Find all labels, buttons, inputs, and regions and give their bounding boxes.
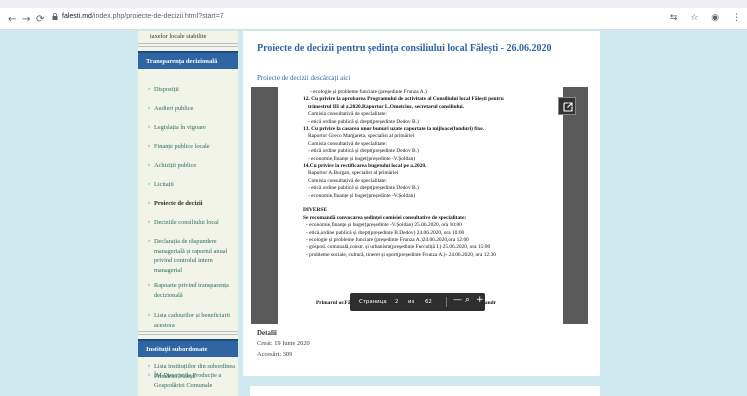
section-header-transparency: Transparența decizională: [138, 51, 238, 69]
pdf-page: - ecologie și probleme funciare (președi…: [278, 87, 563, 324]
sidebar-divider: [138, 331, 238, 332]
translate-icon[interactable]: ⇆: [670, 13, 678, 23]
pdf-text-line: - etică ordine publică și drept(președin…: [308, 185, 419, 192]
pdf-text-line: Raportor A.Burgan, specialist al primări…: [308, 170, 399, 177]
page-of-label: из: [408, 299, 415, 305]
pdf-text-line: 13. Cu privire la casarea unor bunuri uz…: [303, 126, 485, 132]
section-header-institutii: Instituții subordonate: [138, 339, 238, 357]
url-path: /index.php/proiecte-de-decizii.html?star…: [91, 13, 224, 20]
pdf-text-line: - economie,finanțe și buget(președinte -…: [306, 222, 462, 229]
sidebar-divider: [138, 46, 238, 47]
page-navigator: Страница 2 из 62 — ⌕ +: [350, 293, 485, 311]
profile-icon[interactable]: ◉: [711, 13, 719, 23]
tab-strip: [0, 0, 747, 8]
pdf-text-line: - ecologie și probleme funciare (președi…: [306, 237, 469, 243]
pdf-text-line: - economie,finanțe și buget(președinte -…: [308, 192, 416, 199]
star-icon[interactable]: ☆: [690, 13, 698, 23]
back-arrow-icon[interactable]: ←: [8, 14, 16, 25]
sidebar-item-achizitii[interactable]: › Achiziții publice: [148, 161, 238, 171]
pdf-text-line: - etică ordine publică și drept(președin…: [308, 148, 419, 155]
address-bar[interactable]: falesti.md/index.php/proiecte-de-decizii…: [62, 13, 224, 20]
zoom-in-button[interactable]: +: [476, 295, 484, 305]
pdf-text-line: Comisia consultativă de specialitate:: [308, 140, 387, 147]
page-title[interactable]: Proiecte de decizii pentru ședința consi…: [257, 43, 597, 54]
sidebar-item-rapoarte[interactable]: › Rapoarte privind transparența deciziona…: [148, 281, 238, 300]
total-pages: 62: [425, 299, 432, 305]
sidebar-item-legislatia[interactable]: › Legislația în vigoare: [148, 123, 238, 133]
toolbar-right-icons: ⇆ ☆ ◉ ⋮: [660, 13, 741, 23]
sidebar: taxelor locale stabilite Transparența de…: [138, 31, 238, 396]
pdf-text-line: - gospod. comunală,constr. și urbanism(p…: [306, 244, 491, 251]
details-title: Detalii: [257, 329, 277, 337]
pdf-text-line: Comisia consultativă de specialitate:: [308, 111, 387, 118]
pdf-text-line: - economie,finanțe și buget(președinte -…: [308, 155, 416, 162]
url-host: falesti.md: [62, 13, 92, 20]
article-card: Proiecte de decizii pentru ședința consi…: [243, 31, 600, 376]
sidebar-item-dispozitii[interactable]: › Dispoziții: [148, 85, 238, 95]
sidebar-top-text[interactable]: taxelor locale stabilite: [150, 33, 240, 40]
browser-toolbar: ← → ⟳ falesti.md/index.php/proiecte-de-d…: [0, 0, 747, 30]
sidebar-item-deciziile-consiliului[interactable]: › Deciziile consiliului local: [148, 218, 238, 228]
pdf-text-line: - etică ordine publică și drept(președin…: [308, 118, 419, 125]
sidebar-divider: [138, 334, 238, 335]
current-page-input[interactable]: 2: [395, 299, 398, 305]
zoom-search-icon[interactable]: ⌕: [465, 295, 470, 305]
open-external-icon: [563, 102, 573, 112]
pdf-text-line: Se recomandă convocarea ședinței comisie…: [303, 214, 467, 221]
pdf-text-line: Comisia consultativă de specialitate:: [308, 177, 387, 184]
sidebar-item-lista-cadourilor[interactable]: › Lista cadourilor și beneficiarii acesto…: [148, 311, 238, 330]
pager-divider: [446, 297, 447, 307]
open-external-button[interactable]: [558, 97, 576, 115]
pdf-text-line: 14.Cu privire la rectificarea bugetului …: [303, 163, 427, 169]
sidebar-item-audieri-publice[interactable]: › Audieri publice: [148, 104, 238, 114]
sidebar-item-finante-publice[interactable]: › Finanțe publice locale: [148, 142, 238, 152]
pdf-text-line: 12. Cu privire la aprobarea Programului …: [303, 96, 504, 103]
page-label: Страница: [359, 299, 387, 305]
sidebar-item-proiecte-decizii[interactable]: › Proiecte de decizii: [148, 199, 238, 209]
pdf-text-line: - etică,ordine publică și drept(președin…: [306, 229, 465, 236]
next-article-card: [250, 386, 600, 396]
hits-count: Accesări: 309: [257, 351, 293, 358]
created-date: Creat: 19 Iunie 2020: [257, 340, 310, 347]
pdf-text-line: Raportor Greco Margareta, specialist al …: [308, 133, 415, 140]
pdf-text-line: - probleme sociale, cultură, tineret și …: [306, 251, 496, 258]
pdf-viewer[interactable]: - ecologie și probleme funciare (președi…: [251, 87, 588, 324]
lock-icon[interactable]: [52, 13, 58, 20]
download-link[interactable]: Proiecte de decizii descărcați aici: [257, 74, 350, 82]
pdf-text-line: trimestrul III al a.2020.Raportor L.Omet…: [308, 103, 464, 110]
sidebar-item-licitatii[interactable]: › Licitații: [148, 180, 238, 190]
zoom-out-button[interactable]: —: [453, 295, 462, 305]
forward-arrow-icon[interactable]: →: [22, 14, 30, 25]
sidebar-divider: [138, 43, 238, 44]
reload-icon[interactable]: ⟳: [36, 14, 44, 25]
menu-icon[interactable]: ⋮: [732, 13, 741, 23]
sidebar-item-declaratia[interactable]: › Declarația de răspundere managerială și…: [148, 237, 238, 275]
sidebar-item-im-directia[interactable]: › ÎM Direcția de Producție a Gospodăriei …: [148, 371, 238, 390]
pdf-text-line: - ecologie și probleme funciare (președi…: [310, 89, 427, 95]
pdf-text-line: DIVERSE: [303, 207, 327, 214]
